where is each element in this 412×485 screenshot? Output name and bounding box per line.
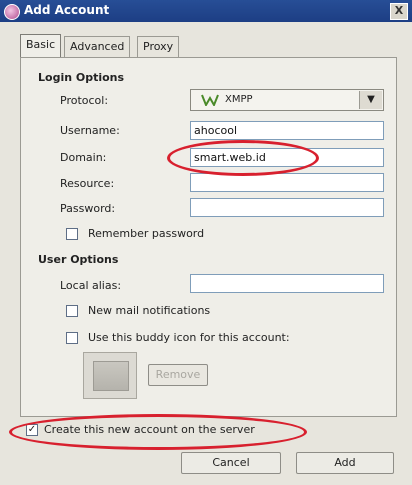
user-options-heading: User Options bbox=[38, 253, 119, 266]
tab-basic[interactable]: Basic bbox=[20, 34, 62, 58]
window-title: Add Account bbox=[24, 3, 110, 17]
close-button[interactable]: X bbox=[390, 3, 408, 20]
local-alias-label: Local alias: bbox=[60, 279, 122, 292]
buddy-icon-label: Use this buddy icon for this account: bbox=[88, 331, 290, 344]
xmpp-icon bbox=[201, 94, 219, 106]
tab-advanced[interactable]: Advanced bbox=[64, 36, 131, 57]
chevron-down-icon[interactable]: ▼ bbox=[359, 91, 382, 109]
domain-field[interactable]: smart.web.id bbox=[190, 148, 384, 167]
buddy-icon-image bbox=[93, 361, 129, 391]
password-field[interactable] bbox=[190, 198, 384, 217]
cancel-button[interactable]: Cancel bbox=[181, 452, 281, 474]
add-account-window: Add Account X Basic Advanced Proxy Login… bbox=[0, 0, 412, 485]
password-label: Password: bbox=[60, 202, 116, 215]
create-account-checkbox[interactable]: ✓ bbox=[26, 424, 38, 436]
new-mail-label: New mail notifications bbox=[88, 304, 211, 317]
buddy-icon-button[interactable] bbox=[83, 352, 137, 399]
protocol-value: XMPP bbox=[225, 94, 253, 105]
remember-password-checkbox[interactable] bbox=[66, 228, 78, 240]
remove-button[interactable]: Remove bbox=[148, 364, 208, 386]
domain-label: Domain: bbox=[60, 151, 107, 164]
protocol-select[interactable]: XMPP ▼ bbox=[190, 89, 384, 111]
local-alias-field[interactable] bbox=[190, 274, 384, 293]
remember-password-label: Remember password bbox=[88, 227, 205, 240]
tab-proxy[interactable]: Proxy bbox=[137, 36, 180, 57]
new-mail-checkbox[interactable] bbox=[66, 305, 78, 317]
add-button[interactable]: Add bbox=[296, 452, 394, 474]
pidgin-icon bbox=[4, 4, 20, 20]
resource-field[interactable] bbox=[190, 173, 384, 192]
buddy-icon-checkbox[interactable] bbox=[66, 332, 78, 344]
protocol-label: Protocol: bbox=[60, 94, 109, 107]
username-label: Username: bbox=[60, 124, 120, 137]
tab-advanced-label: Advanced bbox=[70, 40, 125, 53]
title-bar: Add Account X bbox=[0, 0, 412, 22]
login-options-heading: Login Options bbox=[38, 71, 125, 84]
tab-basic-label: Basic bbox=[26, 38, 56, 51]
create-account-label: Create this new account on the server bbox=[44, 423, 255, 436]
username-field[interactable]: ahocool bbox=[190, 121, 384, 140]
tab-proxy-label: Proxy bbox=[143, 40, 174, 53]
resource-label: Resource: bbox=[60, 177, 115, 190]
